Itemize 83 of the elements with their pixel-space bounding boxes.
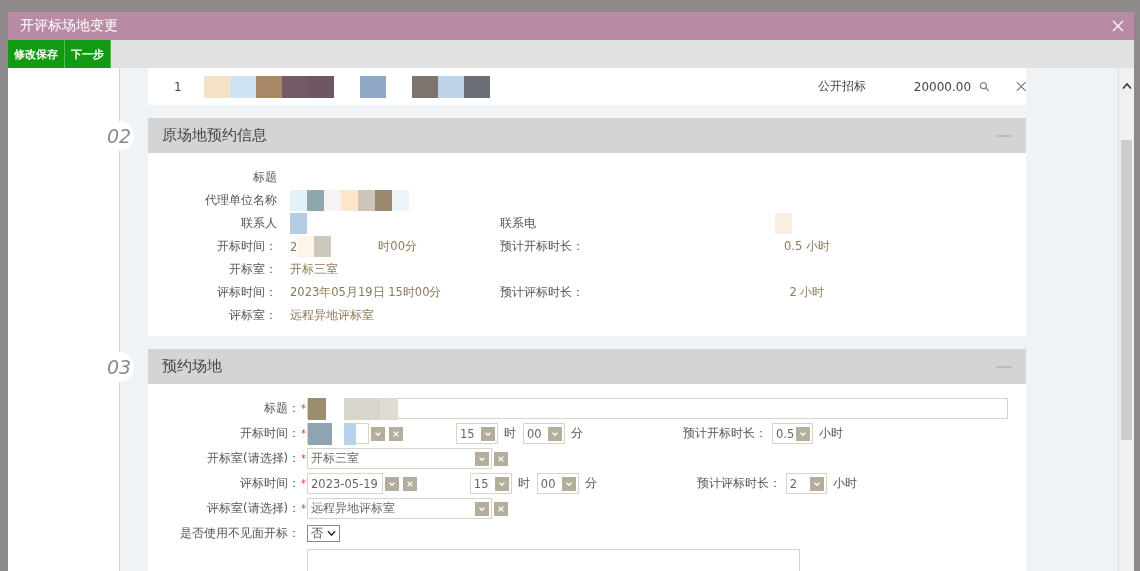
select-field[interactable]: 2: [785, 473, 827, 494]
select-field[interactable]: 00: [536, 473, 579, 494]
dropdown-button[interactable]: [809, 476, 824, 491]
field-value: 时00分: [378, 239, 417, 254]
dropdown-button[interactable]: [475, 451, 489, 466]
scroll-up-icon[interactable]: [1121, 82, 1132, 90]
toolbar-button[interactable]: 下一步: [65, 40, 111, 68]
field-value: 2 小时: [789, 285, 825, 300]
field-label: 评标室：: [228, 308, 278, 323]
clear-button[interactable]: [494, 451, 508, 466]
required-mark: *: [300, 428, 307, 439]
field-label: 开标时间：: [239, 426, 300, 441]
input-field[interactable]: [307, 398, 1008, 419]
unit-label: 小时: [819, 426, 843, 441]
field-label: 预计评标时长：: [696, 476, 781, 491]
search-icon[interactable]: [979, 81, 990, 92]
field-label: 标题: [252, 170, 278, 185]
field-label: 预计评标时长：: [500, 285, 585, 300]
section-title: 原场地预约信息: [162, 126, 267, 145]
field-label: 联系人: [240, 216, 278, 231]
window-title: 开评标场地变更: [20, 17, 118, 35]
section-title: 预约场地: [162, 357, 222, 376]
field-value: 0.5 小时: [784, 239, 830, 254]
field-label: 预计开标时长：: [683, 426, 767, 441]
dropdown-button[interactable]: [494, 476, 509, 491]
dropdown-button[interactable]: [796, 426, 810, 441]
field-label: 评标时间：: [239, 476, 300, 491]
unit-label: 分: [584, 476, 597, 491]
required-mark: *: [300, 503, 307, 514]
cross-icon: [497, 454, 505, 463]
unit-label: 小时: [832, 476, 857, 491]
clear-button[interactable]: [402, 476, 417, 491]
collapse-icon[interactable]: [996, 364, 1012, 369]
scrollbar[interactable]: [1118, 68, 1134, 571]
dropdown-button[interactable]: [548, 426, 562, 441]
select-field[interactable]: 开标三室: [307, 448, 492, 469]
field-value: 2: [290, 239, 298, 254]
row-index: 1: [173, 79, 183, 94]
bid-method: 公开招标: [818, 78, 868, 95]
required-mark: *: [300, 478, 307, 489]
required-mark: *: [300, 453, 307, 464]
field-label: 标题：: [263, 401, 300, 416]
select-field[interactable]: 否: [307, 525, 340, 542]
cross-icon: [405, 479, 414, 488]
select-field[interactable]: 15: [456, 423, 498, 444]
date-field[interactable]: [307, 423, 369, 444]
dropdown-button[interactable]: [561, 476, 576, 491]
select-field[interactable]: 00: [523, 423, 565, 444]
field-label: 开标室(请选择)：: [206, 451, 300, 466]
amount: 20000.00: [913, 79, 973, 94]
dropdown-button[interactable]: [384, 476, 399, 491]
scrollbar-thumb[interactable]: [1121, 140, 1132, 440]
select-field[interactable]: 远程异地评标室: [307, 498, 492, 519]
field-label: 评标室(请选择)：: [206, 501, 300, 516]
dropdown-button[interactable]: [371, 426, 385, 441]
collapse-icon[interactable]: [996, 133, 1012, 138]
cross-icon[interactable]: [1015, 81, 1026, 92]
dropdown-button[interactable]: [481, 426, 495, 441]
field-label: 开标室：: [228, 262, 278, 277]
field-label: 代理单位名称: [204, 193, 278, 208]
unit-label: 分: [571, 426, 583, 441]
dropdown-button[interactable]: [475, 501, 489, 516]
select-field[interactable]: 15: [469, 473, 512, 494]
field-value: 远程异地评标室: [290, 308, 374, 323]
caret-icon: [327, 530, 336, 537]
field-value: 2023年05月19日 15时00分: [290, 285, 442, 300]
field-label: 评标时间：: [216, 285, 278, 300]
unit-label: 时: [504, 426, 516, 441]
date-field[interactable]: 2023-05-19: [307, 473, 383, 494]
field-value: 开标三室: [290, 262, 338, 277]
close-icon[interactable]: [1112, 20, 1124, 32]
toolbar-button[interactable]: 修改保存: [8, 40, 65, 68]
field-label: 是否使用不见面开标：: [179, 526, 300, 541]
cross-icon: [497, 504, 505, 513]
unit-label: 时: [517, 476, 530, 491]
select-field[interactable]: 0.5: [772, 423, 813, 444]
required-mark: *: [300, 403, 307, 414]
cross-icon: [392, 429, 400, 438]
clear-button[interactable]: [494, 501, 508, 516]
clear-button[interactable]: [389, 426, 403, 441]
field-label: 预计开标时长：: [500, 239, 585, 254]
field-label: 开标时间：: [216, 239, 278, 254]
field-label: 联系电: [500, 216, 537, 231]
